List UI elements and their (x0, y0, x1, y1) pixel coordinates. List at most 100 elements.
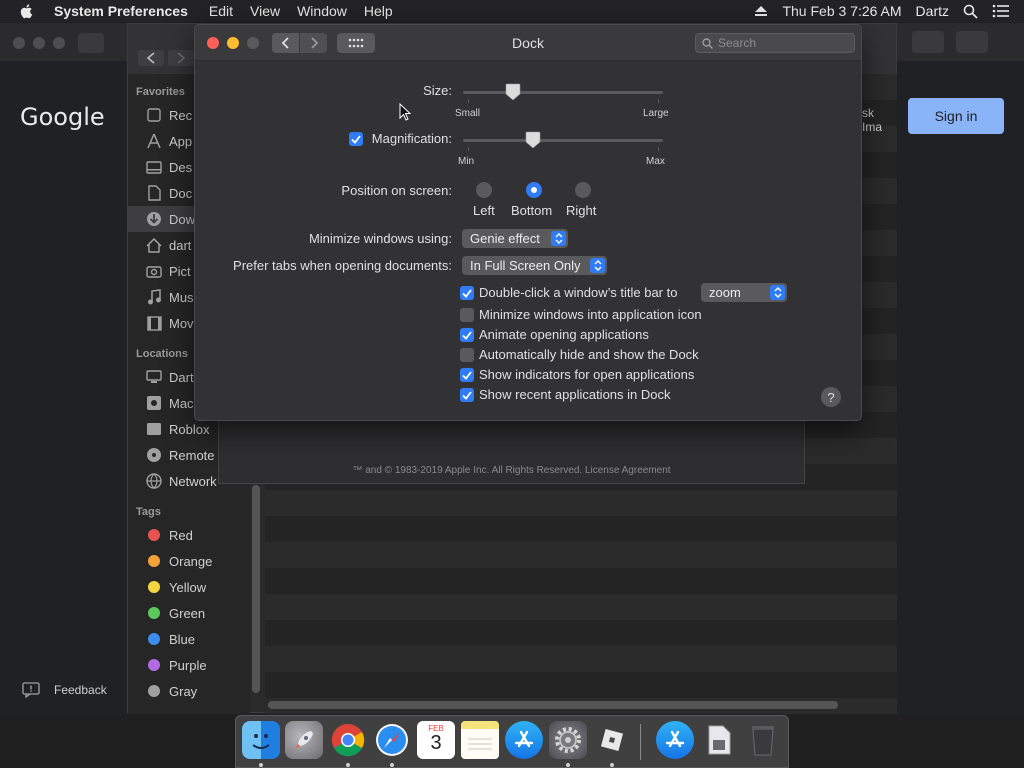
menu-window[interactable]: Window (297, 3, 347, 19)
dock-calendar[interactable]: FEB 3 (417, 721, 455, 759)
size-slider-thumb[interactable] (505, 83, 521, 101)
sidebar-tag-label: Blue (169, 631, 196, 647)
sidebar-tag-purple[interactable]: Purple (127, 652, 249, 678)
animate-opening-checkbox[interactable] (460, 328, 474, 342)
sidebar-tag-orange[interactable]: Orange (127, 548, 249, 574)
size-slider-track[interactable] (463, 91, 663, 94)
dock-chrome[interactable] (329, 721, 367, 759)
prefer-tabs-popup[interactable]: In Full Screen Only (462, 256, 607, 275)
sidebar-tag-blue[interactable]: Blue (127, 626, 249, 652)
position-left-radio[interactable] (476, 182, 492, 198)
magnification-checkbox[interactable] (349, 132, 363, 146)
minimize-into-icon-checkbox[interactable] (460, 308, 474, 322)
sidebar-tag-yellow[interactable]: Yellow (127, 574, 249, 600)
dock-finder[interactable] (242, 721, 280, 759)
dock-trash[interactable] (744, 721, 782, 759)
dock-preview[interactable] (700, 721, 738, 759)
checkmark-icon (462, 288, 472, 298)
mouse-cursor-icon (399, 103, 411, 121)
position-bottom-label[interactable]: Bottom (511, 203, 552, 218)
magnification-slider-track[interactable] (463, 139, 663, 142)
finder-horizontal-scrollbar[interactable] (268, 701, 838, 709)
magnification-max-label: Max (646, 156, 665, 167)
browser-close-button[interactable] (13, 37, 25, 49)
position-right-label[interactable]: Right (566, 203, 596, 218)
favorites-header: Favorites (136, 86, 185, 98)
chrome-icon (331, 723, 365, 757)
app-store-icon (665, 730, 685, 748)
tag-color-dot (148, 529, 160, 541)
dock-roblox[interactable] (593, 721, 631, 759)
sign-in-button[interactable]: Sign in (908, 98, 1004, 134)
double-click-action-popup[interactable]: zoom (701, 283, 787, 302)
show-indicators-label[interactable]: Show indicators for open applications (479, 367, 694, 382)
disk-icon (145, 395, 163, 411)
tag-color-dot (148, 607, 160, 619)
double-click-checkbox[interactable] (460, 286, 474, 300)
auto-hide-label[interactable]: Automatically hide and show the Dock (479, 347, 699, 362)
position-label: Position on screen: (341, 183, 452, 198)
menu-user[interactable]: Dartz (916, 3, 949, 19)
magnification-label[interactable]: Magnification: (367, 131, 452, 146)
minimize-effect-popup[interactable]: Genie effect (462, 229, 568, 248)
double-click-label[interactable]: Double-click a window’s title bar to (479, 285, 677, 300)
minimize-into-icon-label[interactable]: Minimize windows into application icon (479, 307, 702, 322)
dock-app-store-download[interactable] (656, 721, 694, 759)
menu-help[interactable]: Help (364, 3, 393, 19)
popup-arrows-icon (590, 258, 605, 273)
browser-minimize-button[interactable] (33, 37, 45, 49)
eject-icon[interactable] (754, 5, 768, 17)
animate-opening-label[interactable]: Animate opening applications (479, 327, 649, 342)
menu-clock[interactable]: Thu Feb 3 7:26 AM (782, 3, 901, 19)
menu-view[interactable]: View (250, 3, 280, 19)
browser-back-button[interactable] (78, 33, 104, 53)
browser-tabs-button[interactable] (956, 31, 988, 53)
notification-center-icon[interactable] (992, 4, 1010, 18)
prefer-tabs-label: Prefer tabs when opening documents: (233, 258, 452, 273)
pictures-icon (145, 263, 163, 279)
feedback-icon (22, 682, 40, 698)
browser-zoom-button[interactable] (53, 37, 65, 49)
dock-launchpad[interactable] (285, 721, 323, 759)
calendar-day: 3 (430, 732, 442, 754)
sidebar-tag-red[interactable]: Red (127, 522, 249, 548)
search-field[interactable]: Search (695, 33, 855, 53)
feedback-link[interactable]: Feedback (22, 682, 107, 698)
magnification-slider-thumb[interactable] (525, 131, 541, 149)
show-recent-label[interactable]: Show recent applications in Dock (479, 387, 671, 402)
spotlight-search-icon[interactable] (963, 4, 978, 19)
google-logo: Google (20, 103, 105, 131)
copyright-footer[interactable]: ™ and © 1983-2019 Apple Inc. All Rights … (219, 465, 804, 476)
position-right-radio[interactable] (575, 182, 591, 198)
dock-notes[interactable] (461, 721, 499, 759)
sidebar-tag-label: Red (169, 527, 193, 543)
tag-color-dot (148, 581, 160, 593)
browser-share-button[interactable] (912, 31, 944, 53)
finder-vertical-scrollbar[interactable] (252, 485, 260, 693)
help-button[interactable]: ? (821, 387, 841, 407)
sidebar-item-label: App (169, 133, 193, 149)
dock-system-preferences[interactable] (549, 721, 587, 759)
apple-icon[interactable] (18, 2, 36, 20)
trash-icon (752, 726, 774, 756)
sidebar-item-label: Dow (169, 211, 196, 227)
show-indicators-checkbox[interactable] (460, 368, 474, 382)
roblox-icon (600, 728, 624, 752)
size-max-label: Large (643, 108, 669, 119)
running-indicator (346, 763, 350, 767)
dock-app-store[interactable] (505, 721, 543, 759)
magnification-tick (468, 147, 469, 151)
size-label: Size: (423, 83, 452, 98)
show-recent-checkbox[interactable] (460, 388, 474, 402)
sidebar-tag-green[interactable]: Green (127, 600, 249, 626)
sidebar-item-label: Doc (169, 185, 193, 201)
position-bottom-radio[interactable] (526, 182, 542, 198)
dock-separator (640, 724, 641, 760)
search-icon (702, 37, 713, 49)
auto-hide-checkbox[interactable] (460, 348, 474, 362)
position-left-label[interactable]: Left (473, 203, 495, 218)
file-row-partial[interactable]: sk Ima (862, 106, 896, 134)
dock-safari[interactable] (373, 721, 411, 759)
sidebar-item-label: Rec (169, 107, 193, 123)
sidebar-tag-gray[interactable]: Gray (127, 678, 249, 704)
